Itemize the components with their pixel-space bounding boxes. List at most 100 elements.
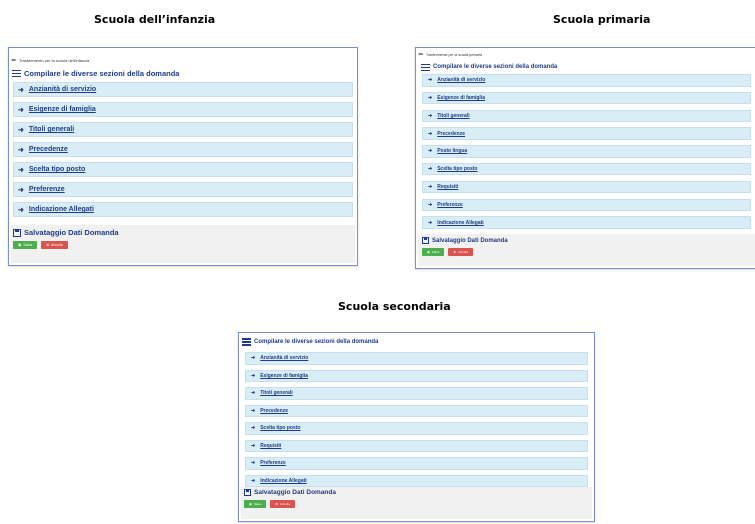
section-row-anzianita[interactable]: ➜ Anzianità di servizio bbox=[245, 352, 588, 365]
section-row-requisiti[interactable]: ➜ Requisiti bbox=[245, 439, 588, 452]
section-link[interactable]: Indicazione Allegati bbox=[29, 206, 94, 213]
section-link[interactable]: Requisiti bbox=[260, 443, 281, 449]
remove-icon: ✖ bbox=[453, 250, 456, 254]
arrow-right-icon: ➜ bbox=[428, 77, 433, 84]
section-title: Compilare le diverse sezioni della doman… bbox=[239, 333, 594, 347]
section-row-anzianita[interactable]: ➜ Anzianità di servizio bbox=[422, 74, 751, 87]
section-link[interactable]: Preferenze bbox=[29, 186, 65, 193]
section-link[interactable]: Esigenze di famiglia bbox=[29, 106, 96, 113]
arrow-right-icon: ➜ bbox=[18, 166, 24, 174]
section-link[interactable]: Titoli generali bbox=[29, 126, 74, 133]
section-row-titoli[interactable]: ➜ Titoli generali bbox=[245, 387, 588, 400]
section-link[interactable]: Precedenze bbox=[437, 131, 465, 137]
cancel-button[interactable]: ✖ Annulla bbox=[270, 500, 295, 508]
section-link[interactable]: Indicazione Allegati bbox=[437, 220, 484, 226]
section-row-allegati[interactable]: ➜ Indicazione Allegati bbox=[13, 202, 353, 217]
save-button[interactable]: ▣ Salva bbox=[13, 241, 38, 249]
arrow-right-icon: ➜ bbox=[251, 425, 256, 432]
breadcrumb-label: Trasferimento per la scuola primaria bbox=[426, 52, 482, 57]
save-title-label: Salvataggio Dati Domanda bbox=[432, 237, 508, 244]
section-row-anzianita[interactable]: ➜ Anzianità di servizio bbox=[13, 82, 353, 97]
section-row-precedenze[interactable]: ➜ Precedenze bbox=[422, 127, 751, 140]
section-link[interactable]: Scelta tipo posto bbox=[29, 166, 85, 173]
list-icon bbox=[421, 63, 430, 71]
section-link[interactable]: Preferenze bbox=[260, 460, 286, 466]
section-link[interactable]: Titoli generali bbox=[260, 390, 292, 396]
arrow-right-icon: ➜ bbox=[18, 106, 24, 114]
section-link[interactable]: Precedenze bbox=[260, 408, 288, 414]
arrow-right-icon: ➜ bbox=[428, 219, 433, 226]
section-link[interactable]: Anzianità di servizio bbox=[29, 86, 96, 93]
heading-secondaria: Scuola secondaria bbox=[338, 300, 451, 313]
section-row-titoli[interactable]: ➜ Titoli generali bbox=[422, 109, 751, 123]
arrow-right-icon: ➜ bbox=[428, 166, 433, 173]
save-button[interactable]: ▣ Salva bbox=[244, 500, 267, 508]
section-link[interactable]: Esigenze di famiglia bbox=[437, 95, 485, 101]
section-row-preferenze[interactable]: ➜ Preferenze bbox=[245, 457, 588, 470]
section-title: Compilare le diverse sezioni della doman… bbox=[416, 58, 755, 72]
section-row-requisiti[interactable]: ➜ Requisiti bbox=[422, 180, 751, 194]
section-link[interactable]: Requisiti bbox=[437, 184, 458, 190]
section-link[interactable]: Titoli generali bbox=[437, 113, 469, 119]
section-row-precedenze[interactable]: ➜ Precedenze bbox=[245, 404, 588, 417]
floppy-disk-icon bbox=[13, 228, 21, 237]
arrow-right-icon: ➜ bbox=[251, 477, 256, 484]
section-row-allegati[interactable]: ➜ Indicazione Allegati bbox=[245, 474, 588, 487]
arrow-right-icon: ➜ bbox=[251, 372, 256, 379]
section-row-esigenze[interactable]: ➜ Esigenze di famiglia bbox=[13, 102, 353, 117]
floppy-disk-icon bbox=[244, 489, 251, 496]
section-row-precedenze[interactable]: ➜ Precedenze bbox=[13, 142, 353, 157]
breadcrumb: ✎ Trasferimento per la scuola primaria bbox=[416, 48, 755, 59]
section-link[interactable]: Scelta tipo posto bbox=[260, 425, 300, 431]
section-link[interactable]: Precedenze bbox=[29, 146, 68, 153]
save-button-label: Salva bbox=[431, 250, 440, 254]
section-row-scelta-tipo-posto[interactable]: ➜ Scelta tipo posto bbox=[13, 162, 353, 177]
floppy-disk-icon: ▣ bbox=[427, 250, 430, 254]
cancel-button-label: Annulla bbox=[457, 250, 468, 254]
section-row-posto-lingua[interactable]: ➜ Posto lingua bbox=[422, 145, 751, 158]
form-panel-primaria: ✎ Trasferimento per la scuola primaria C… bbox=[415, 47, 755, 269]
floppy-disk-icon bbox=[422, 237, 429, 244]
arrow-right-icon: ➜ bbox=[428, 112, 433, 119]
section-link[interactable]: Esigenze di famiglia bbox=[260, 373, 308, 379]
section-row-allegati[interactable]: ➜ Indicazione Allegati bbox=[422, 216, 751, 229]
section-title-label: Compilare le diverse sezioni della doman… bbox=[254, 338, 379, 345]
section-list: ➜ Anzianità di servizio ➜ Esigenze di fami… bbox=[9, 79, 357, 217]
save-section: Salvataggio Dati Domanda ▣ Salva ✖ Annulla bbox=[11, 225, 355, 263]
arrow-right-icon: ➜ bbox=[251, 442, 256, 449]
section-list: ➜ Anzianità di servizio ➜ Esigenze di fami… bbox=[416, 72, 755, 229]
section-link[interactable]: Preferenze bbox=[437, 202, 463, 208]
section-title: Compilare le diverse sezioni della doman… bbox=[9, 65, 357, 79]
section-link[interactable]: Anzianità di servizio bbox=[260, 355, 308, 361]
arrow-right-icon: ➜ bbox=[428, 130, 433, 137]
form-panel-infanzia: ✎ Trasferimento per la scuola dell'infan… bbox=[8, 47, 358, 266]
section-link[interactable]: Scelta tipo posto bbox=[437, 166, 477, 172]
arrow-right-icon: ➜ bbox=[18, 206, 24, 214]
cancel-button[interactable]: ✖ Annulla bbox=[41, 241, 68, 249]
save-title-label: Salvataggio Dati Domanda bbox=[254, 489, 336, 496]
cancel-button-label: Annulla bbox=[51, 243, 63, 247]
arrow-right-icon: ➜ bbox=[251, 355, 256, 362]
arrow-right-icon: ➜ bbox=[251, 390, 256, 397]
save-button-label: Salva bbox=[23, 243, 33, 247]
arrow-right-icon: ➜ bbox=[251, 407, 256, 414]
cancel-button[interactable]: ✖ Annulla bbox=[448, 248, 473, 256]
section-row-scelta-tipo-posto[interactable]: ➜ Scelta tipo posto bbox=[245, 422, 588, 435]
arrow-right-icon: ➜ bbox=[18, 86, 24, 94]
arrow-right-icon: ➜ bbox=[428, 201, 433, 208]
section-link[interactable]: Posto lingua bbox=[437, 148, 467, 154]
section-row-preferenze[interactable]: ➜ Preferenze bbox=[422, 198, 751, 212]
section-row-scelta-tipo-posto[interactable]: ➜ Scelta tipo posto bbox=[422, 162, 751, 176]
heading-infanzia: Scuola dell’infanzia bbox=[94, 13, 216, 26]
list-icon bbox=[12, 69, 21, 77]
section-row-titoli[interactable]: ➜ Titoli generali bbox=[13, 122, 353, 137]
section-link[interactable]: Anzianità di servizio bbox=[437, 77, 485, 83]
remove-icon: ✖ bbox=[275, 502, 278, 506]
section-row-preferenze[interactable]: ➜ Preferenze bbox=[13, 182, 353, 197]
breadcrumb: ✎ Trasferimento per la scuola dell'infan… bbox=[9, 48, 357, 65]
arrow-right-icon: ➜ bbox=[18, 186, 24, 194]
section-row-esigenze[interactable]: ➜ Esigenze di famiglia bbox=[422, 91, 751, 105]
section-row-esigenze[interactable]: ➜ Esigenze di famiglia bbox=[245, 369, 588, 382]
save-button[interactable]: ▣ Salva bbox=[422, 248, 445, 256]
section-link[interactable]: Indicazione Allegati bbox=[260, 478, 307, 484]
